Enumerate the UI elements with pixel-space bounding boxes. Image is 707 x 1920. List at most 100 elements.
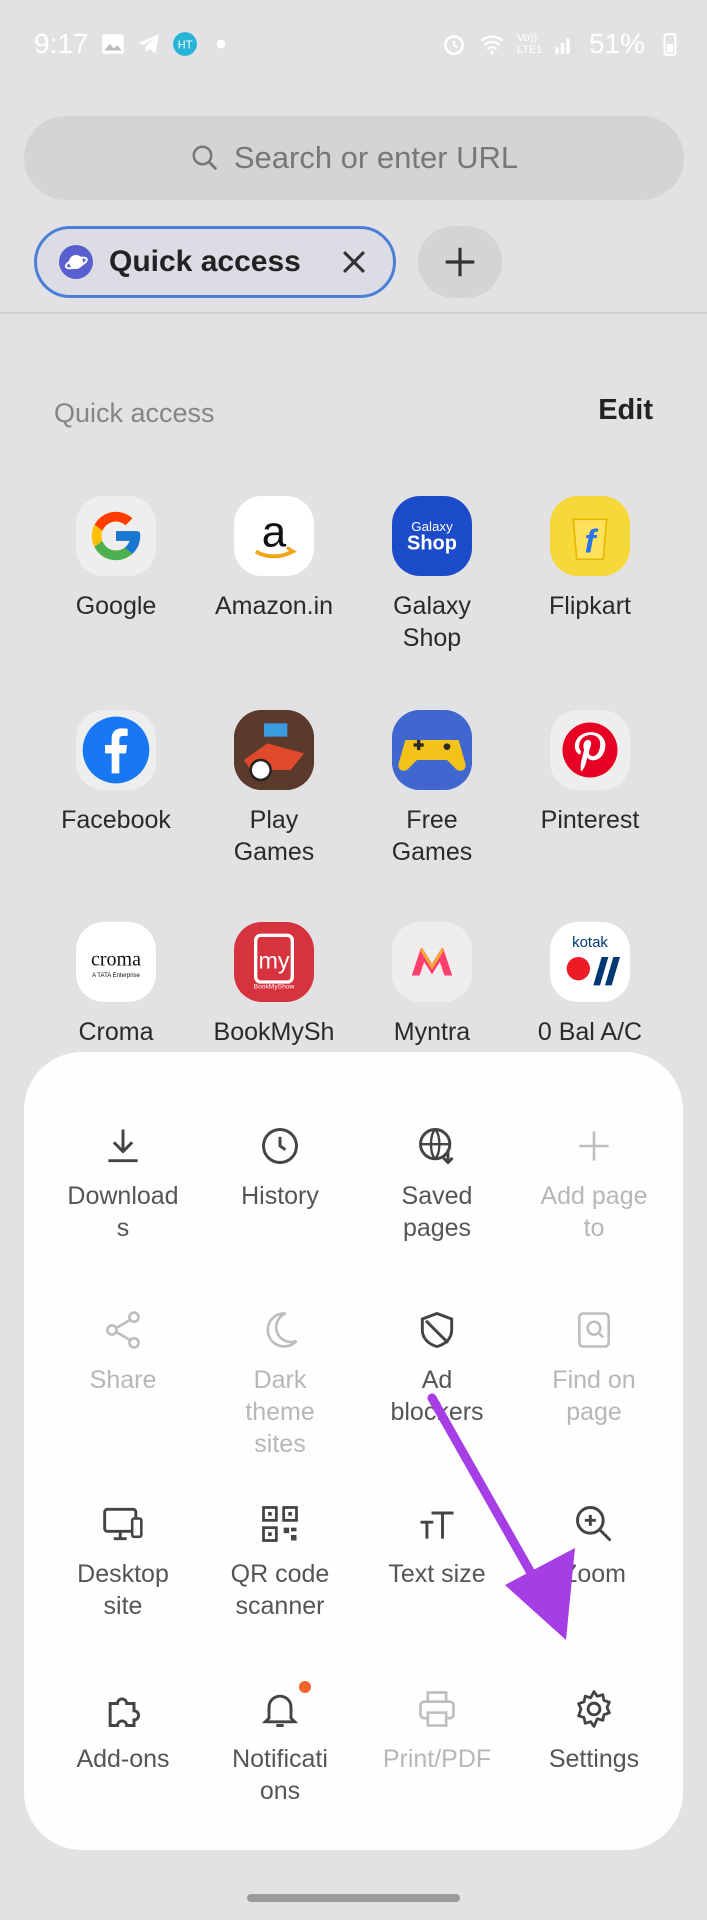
menu-item-find-on-page[interactable]: Find on page <box>515 1308 673 1428</box>
tile-label: Galaxy Shop <box>393 592 471 652</box>
svg-text:croma: croma <box>91 948 141 970</box>
menu-item-history[interactable]: History <box>201 1124 359 1212</box>
tab-quick-access[interactable]: Quick access <box>34 226 396 298</box>
quick-access-tile-kotak[interactable]: kotak 0 Bal A/C <box>510 922 670 1048</box>
alarm-icon <box>443 35 464 56</box>
menu-item-add-ons[interactable]: Add-ons <box>44 1687 202 1775</box>
puzzle-icon <box>108 1697 140 1727</box>
quick-access-tile-amazon[interactable]: a Amazon.in <box>194 496 354 622</box>
battery-percent: 51% <box>588 28 645 59</box>
bell-icon <box>261 1694 299 1727</box>
amazon-icon: a <box>234 496 314 576</box>
myntra-icon <box>392 922 472 1002</box>
desktop-icon <box>103 1507 143 1541</box>
quick-access-tile-croma[interactable]: croma A TATA Enterprise Croma <box>36 922 196 1048</box>
menu-item-label: Add-ons <box>76 1745 170 1773</box>
tile-label: Facebook <box>61 806 171 834</box>
quick-access-tile-free-games[interactable]: Free Games <box>352 710 512 868</box>
url-bar[interactable]: Search or enter URL <box>24 116 684 200</box>
bookmyshow-icon: my BookMyShow <box>234 922 314 1002</box>
clock-icon <box>262 1128 298 1164</box>
status-bar: 9:17 HT Vo)) LTE1 51% <box>0 0 707 96</box>
menu-item-saved-pages[interactable]: Saved pages <box>358 1124 516 1244</box>
tile-label: BookMySh <box>213 1018 335 1046</box>
quick-access-tile-facebook[interactable]: Facebook <box>36 710 196 836</box>
share-icon <box>106 1311 140 1349</box>
samsung-internet-logo-icon <box>59 245 93 279</box>
network-indicator: Vo)) LTE1 <box>516 32 543 56</box>
menu-item-label: QR code scanner <box>230 1560 330 1620</box>
menu-item-label: Download s <box>67 1182 179 1242</box>
plus-icon <box>579 1131 609 1161</box>
svg-text:HT: HT <box>178 38 193 51</box>
browser-menu-sheet: Download s History Saved pages Add page … <box>24 1052 683 1850</box>
croma-icon: croma A TATA Enterprise <box>76 922 156 1002</box>
play-games-icon <box>234 710 314 790</box>
plus-icon <box>445 247 475 277</box>
svg-text:A TATA Enterprise: A TATA Enterprise <box>92 973 140 979</box>
status-right: Vo)) LTE1 51% <box>441 28 683 60</box>
facebook-icon <box>76 710 156 790</box>
flipkart-icon: f <box>550 496 630 576</box>
shield-icon <box>420 1311 454 1349</box>
svg-text:a: a <box>262 507 287 556</box>
menu-item-ad-blockers[interactable]: Ad blockers <box>358 1308 516 1428</box>
menu-item-zoom[interactable]: Zoom <box>515 1502 673 1590</box>
menu-item-text-size[interactable]: Text size <box>358 1502 516 1590</box>
menu-item-label: Desktop site <box>77 1560 169 1620</box>
tile-label: Croma <box>78 1018 154 1046</box>
svg-text:my: my <box>258 948 289 974</box>
menu-item-share[interactable]: Share <box>44 1308 202 1396</box>
ht-app-icon: HT <box>173 32 197 56</box>
tile-label: Play Games <box>233 806 315 866</box>
free-games-icon <box>392 710 472 790</box>
tile-label: Free Games <box>391 806 473 866</box>
menu-item-add-page-to[interactable]: Add page to <box>515 1124 673 1244</box>
menu-item-label: Dark theme sites <box>245 1366 315 1458</box>
quick-access-tile-bookmyshow[interactable]: my BookMyShow BookMySh <box>194 922 354 1048</box>
menu-item-label: History <box>241 1182 319 1210</box>
svg-text:Shop: Shop <box>407 532 457 554</box>
quick-access-tile-pinterest[interactable]: Pinterest <box>510 710 670 836</box>
notification-icons: HT <box>100 31 234 57</box>
notification-badge <box>299 1681 311 1693</box>
text-size-icon <box>420 1511 454 1539</box>
menu-item-notifications[interactable]: Notificati ons <box>201 1681 359 1807</box>
quick-access-tile-play-games[interactable]: Play Games <box>194 710 354 868</box>
tile-label: Amazon.in <box>214 592 334 620</box>
quick-access-tile-myntra[interactable]: Myntra <box>352 922 512 1048</box>
menu-item-label: Share <box>89 1366 157 1394</box>
new-tab-button[interactable] <box>418 226 502 298</box>
kotak-icon: kotak <box>550 922 630 1002</box>
menu-item-qr-code-scanner[interactable]: QR code scanner <box>201 1502 359 1622</box>
menu-item-print-pdf[interactable]: Print/PDF <box>358 1687 516 1775</box>
tab-title: Quick access <box>109 245 301 278</box>
home-gesture-bar[interactable] <box>247 1894 460 1902</box>
find-on-page-icon <box>578 1312 610 1348</box>
quick-access-tile-flipkart[interactable]: f Flipkart <box>510 496 670 622</box>
image-icon <box>102 34 124 54</box>
galaxy-shop-icon: Galaxy Shop <box>392 496 472 576</box>
qr-code-icon <box>262 1506 298 1542</box>
menu-item-label: Ad blockers <box>390 1366 484 1426</box>
edit-button[interactable]: Edit <box>598 394 653 427</box>
menu-item-downloads[interactable]: Download s <box>44 1124 202 1244</box>
quick-access-title: Quick access <box>54 398 215 428</box>
svg-text:BookMyShow: BookMyShow <box>254 984 295 991</box>
more-notifications-dot-icon <box>216 39 226 49</box>
menu-item-settings[interactable]: Settings <box>515 1687 673 1775</box>
printer-icon <box>419 1691 455 1727</box>
quick-access-tile-google[interactable]: Google <box>36 496 196 622</box>
url-placeholder: Search or enter URL <box>233 140 519 175</box>
menu-item-dark-theme-sites[interactable]: Dark theme sites <box>201 1308 359 1460</box>
quick-access-tile-galaxy-shop[interactable]: Galaxy Shop Galaxy Shop <box>352 496 512 654</box>
menu-item-desktop-site[interactable]: Desktop site <box>44 1502 202 1622</box>
search-icon <box>192 145 218 171</box>
tile-label: Myntra <box>393 1018 471 1046</box>
gear-icon <box>577 1690 611 1728</box>
close-tab-icon[interactable] <box>337 245 371 279</box>
menu-item-label: Zoom <box>562 1560 626 1588</box>
globe-download-icon <box>419 1128 454 1165</box>
menu-item-label: Saved pages <box>401 1182 473 1242</box>
menu-item-label: Find on page <box>552 1366 636 1426</box>
